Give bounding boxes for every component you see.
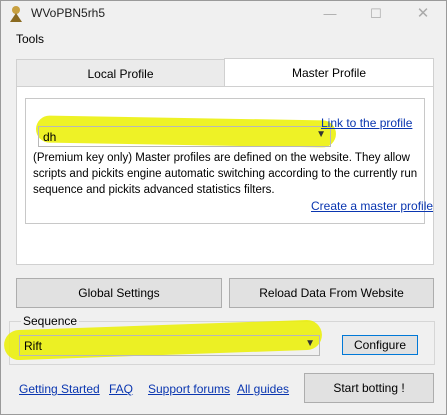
sequence-label: Sequence	[21, 314, 80, 328]
create-master-profile-link[interactable]: Create a master profile	[311, 199, 433, 213]
sequence-select[interactable]: Rift ▼	[19, 335, 320, 356]
tab-local-profile[interactable]: Local Profile	[16, 59, 225, 87]
chevron-down-icon: ▼	[305, 338, 315, 349]
menu-tools[interactable]: Tools	[16, 32, 44, 46]
master-profile-description: (Premium key only) Master profiles are d…	[33, 152, 418, 196]
chevron-down-icon: ▼	[316, 129, 326, 140]
close-button[interactable]: ✕	[400, 1, 446, 27]
configure-button[interactable]: Configure	[342, 335, 418, 355]
menu-bar: Tools	[1, 27, 446, 49]
sequence-select-value: Rift	[24, 339, 42, 353]
master-profile-select[interactable]: dh ▼	[38, 126, 331, 147]
app-logo-icon	[10, 6, 22, 22]
master-profile-select-value: dh	[43, 130, 57, 144]
getting-started-link[interactable]: Getting Started	[19, 382, 100, 396]
title-bar: WVoPBN5rh5 — ☐ ✕	[1, 1, 446, 27]
reload-data-button[interactable]: Reload Data From Website	[229, 278, 434, 308]
support-forums-link[interactable]: Support forums	[148, 382, 230, 396]
start-botting-button[interactable]: Start botting !	[304, 373, 434, 403]
global-settings-button[interactable]: Global Settings	[16, 278, 222, 308]
app-window: WVoPBN5rh5 — ☐ ✕ Tools Local Profile Mas…	[0, 0, 447, 415]
minimize-button[interactable]: —	[307, 1, 353, 27]
maximize-button[interactable]: ☐	[353, 1, 399, 27]
all-guides-link[interactable]: All guides	[237, 382, 289, 396]
tab-master-profile[interactable]: Master Profile	[224, 58, 434, 88]
window-title: WVoPBN5rh5	[31, 6, 106, 20]
link-to-profile[interactable]: Link to the profile	[321, 116, 412, 130]
faq-link[interactable]: FAQ	[109, 382, 133, 396]
